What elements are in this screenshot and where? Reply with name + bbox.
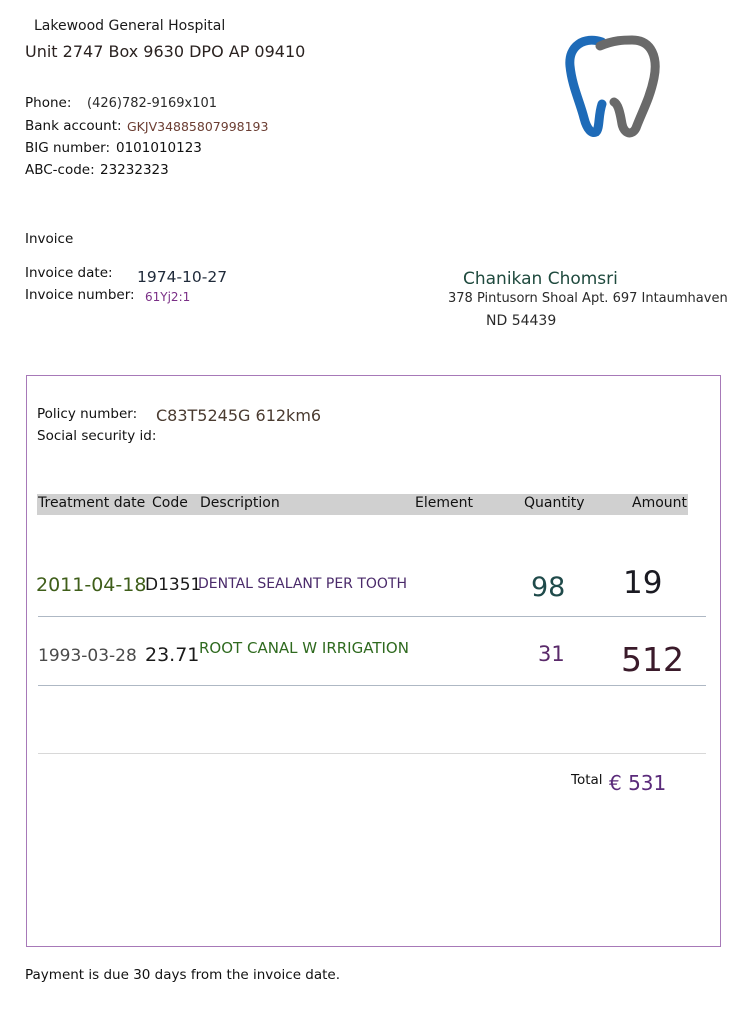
policy-number-label: Policy number: — [37, 406, 138, 422]
row1-code: D1351 — [145, 575, 202, 595]
abc-code-value: 23232323 — [100, 162, 169, 178]
col-description: Description — [200, 495, 280, 511]
row2-amount: 512 — [621, 640, 684, 679]
row2-date: 1993-03-28 — [38, 646, 137, 666]
col-treatment-date: Treatment date — [38, 495, 146, 511]
total-value: € 531 — [609, 771, 667, 795]
patient-address-line2: ND 54439 — [486, 313, 557, 329]
row1-date: 2011-04-18 — [36, 574, 147, 596]
hospital-address: Unit 2747 Box 9630 DPO AP 09410 — [25, 42, 306, 61]
total-label: Total — [571, 772, 603, 788]
abc-code-label: ABC-code: — [25, 162, 95, 178]
col-amount: Amount — [632, 495, 688, 511]
col-quantity: Quantity — [524, 495, 585, 511]
patient-name: Chanikan Chomsri — [463, 269, 618, 289]
col-code: Code — [152, 495, 188, 511]
invoice-date-value: 1974-10-27 — [137, 268, 228, 286]
invoice-date-label: Invoice date: — [25, 265, 113, 281]
row2-quantity: 31 — [538, 642, 565, 666]
bank-account-value: GKJV34885807998193 — [127, 119, 269, 134]
invoice-heading: Invoice — [25, 231, 74, 247]
row1-amount: 19 — [623, 565, 663, 601]
bank-account-label: Bank account: — [25, 118, 122, 134]
payment-note: Payment is due 30 days from the invoice … — [25, 967, 341, 983]
row1-divider — [38, 616, 706, 617]
row2-divider — [38, 685, 706, 686]
row1-description: DENTAL SEALANT PER TOOTH — [198, 576, 408, 592]
col-element: Element — [415, 495, 473, 511]
big-number-value: 0101010123 — [116, 140, 202, 156]
tooth-logo-icon — [562, 32, 662, 140]
phone-value: (426)782-9169x101 — [87, 96, 218, 111]
row2-description: ROOT CANAL W IRRIGATION — [199, 639, 409, 657]
social-security-label: Social security id: — [37, 428, 157, 444]
big-number-label: BIG number: — [25, 140, 110, 156]
invoice-number-value: 61Yj2:1 — [145, 290, 191, 304]
phone-label: Phone: — [25, 95, 72, 111]
policy-number-value: C83T5245G 612km6 — [156, 406, 322, 425]
row3-divider — [38, 753, 706, 754]
row1-quantity: 98 — [531, 572, 566, 603]
hospital-name: Lakewood General Hospital — [34, 18, 226, 34]
patient-address-line1: 378 Pintusorn Shoal Apt. 697 Intaumhaven — [448, 291, 728, 306]
row2-code: 23.71 — [145, 644, 200, 666]
invoice-number-label: Invoice number: — [25, 287, 135, 303]
